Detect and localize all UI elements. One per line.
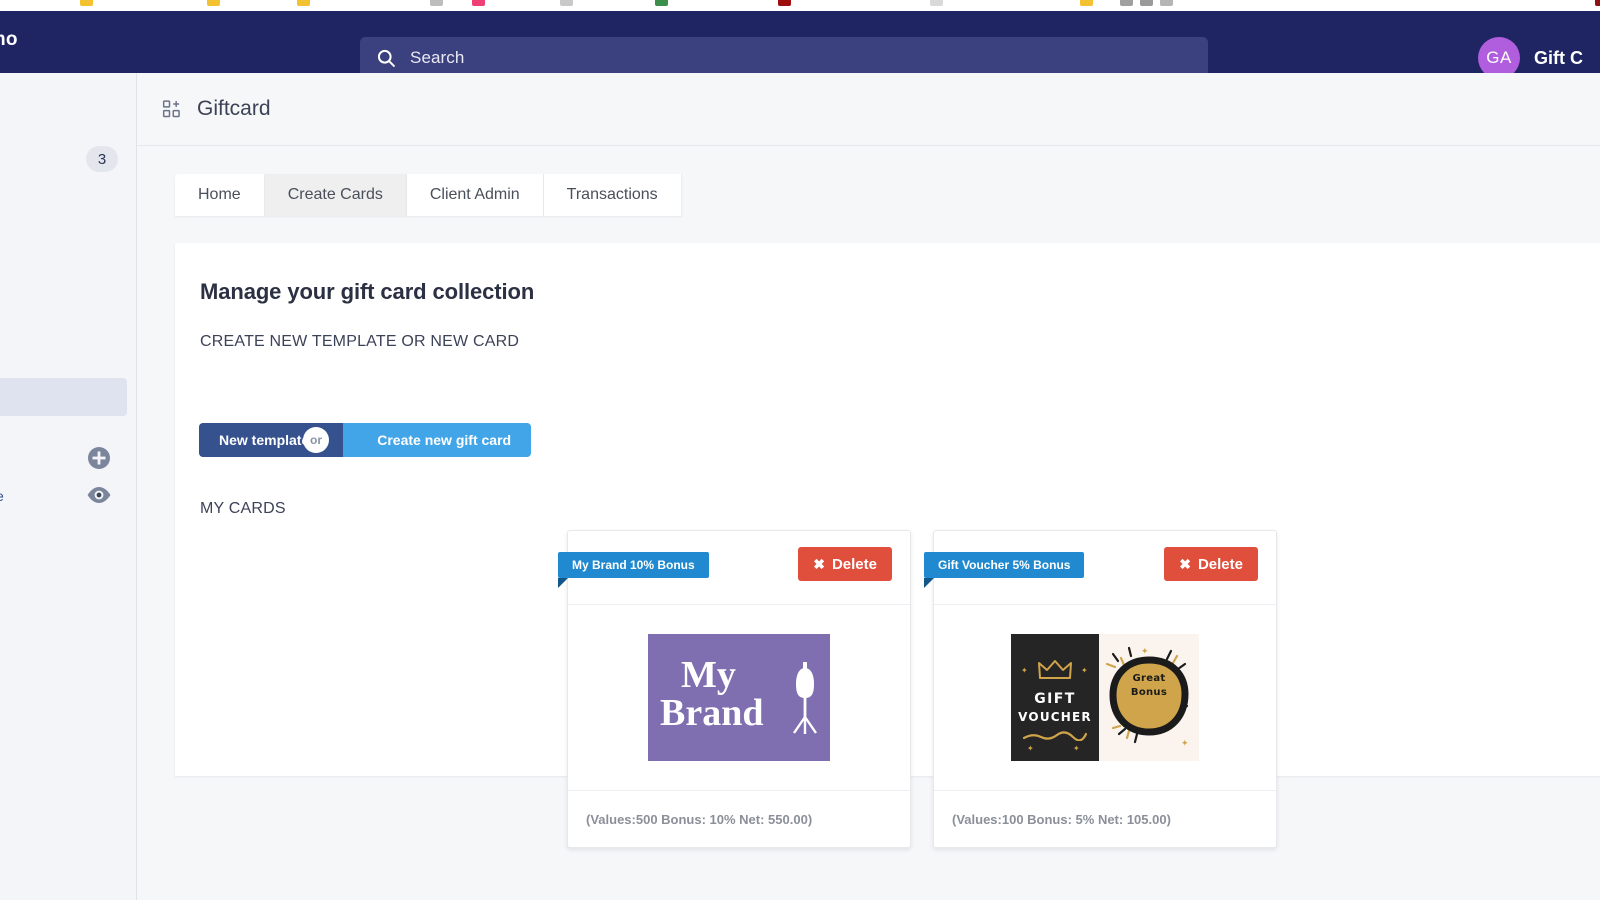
search-placeholder: Search (410, 48, 464, 68)
sidebar-badge-count: 3 (86, 146, 118, 172)
artwork-line-2: Brand (660, 694, 763, 732)
gift-card-artwork: ✦ ✦ ✦ ✦ GIFT VOUCHER (934, 605, 1276, 791)
crown-icon (1037, 658, 1073, 682)
gift-card-artwork: My Brand (568, 605, 910, 791)
gift-voucher-artwork: ✦ ✦ ✦ ✦ GIFT VOUCHER (1011, 634, 1199, 761)
artwork-line-2: VOUCHER (1011, 710, 1099, 724)
close-icon: ✖ (813, 557, 825, 571)
blob-line-2: Bonus (1099, 686, 1199, 700)
eye-icon[interactable] (86, 486, 112, 504)
bookmark-favicon[interactable] (560, 0, 573, 6)
sidebar: 3 e (0, 73, 137, 900)
content-panel: Manage your gift card collection CREATE … (175, 243, 1600, 776)
bookmark-favicon[interactable] (472, 0, 485, 6)
bookmark-favicon[interactable] (1080, 0, 1093, 6)
browser-bookmark-bar (0, 0, 1600, 11)
gift-card-grid: My Brand 10% Bonus ✖ Delete My Brand (567, 530, 1277, 848)
bookmark-favicon[interactable] (207, 0, 220, 6)
page-title: Giftcard (197, 97, 271, 121)
gift-card-item[interactable]: Gift Voucher 5% Bonus ✖ Delete ✦ ✦ (933, 530, 1277, 848)
gift-card-header: Gift Voucher 5% Bonus ✖ Delete (934, 531, 1276, 605)
user-name: Gift C (1534, 48, 1583, 69)
artwork-line-1: My (681, 656, 736, 694)
page-title-row: Giftcard (137, 73, 1600, 146)
bookmark-favicon[interactable] (1140, 0, 1153, 6)
delete-button[interactable]: ✖ Delete (798, 547, 892, 581)
bookmark-favicon[interactable] (930, 0, 943, 6)
gift-card-ribbon: Gift Voucher 5% Bonus (924, 552, 1084, 578)
bookmark-favicon[interactable] (1160, 0, 1173, 6)
sparkle-icon: ✦ (1073, 744, 1080, 753)
create-new-gift-card-button[interactable]: Create new gift card (343, 423, 531, 457)
delete-button-label: Delete (832, 556, 877, 573)
svg-text:✦: ✦ (1181, 739, 1189, 749)
create-new-label: CREATE NEW TEMPLATE OR NEW CARD (200, 333, 519, 351)
gift-card-values: (Values:500 Bonus: 10% Net: 550.00) (568, 791, 910, 847)
gift-card-header: My Brand 10% Bonus ✖ Delete (568, 531, 910, 605)
bookmark-favicon[interactable] (655, 0, 668, 6)
sidebar-item-label-clipped: e (0, 488, 4, 504)
delete-button[interactable]: ✖ Delete (1164, 547, 1258, 581)
voucher-left-panel: ✦ ✦ ✦ ✦ GIFT VOUCHER (1011, 634, 1099, 761)
bookmark-favicon[interactable] (778, 0, 791, 6)
tab-strip: Home Create Cards Client Admin Transacti… (175, 174, 682, 216)
gift-card-item[interactable]: My Brand 10% Bonus ✖ Delete My Brand (567, 530, 911, 848)
page-container: Giftcard Home Create Cards Client Admin … (137, 73, 1600, 900)
bookmark-favicon[interactable] (1120, 0, 1133, 6)
sidebar-item-active[interactable] (0, 378, 127, 416)
gift-card-values: (Values:100 Bonus: 5% Net: 105.00) (934, 791, 1276, 847)
sparkle-icon: ✦ (1027, 744, 1034, 753)
delete-button-label: Delete (1198, 556, 1243, 573)
bookmark-favicon[interactable] (1595, 0, 1600, 6)
plus-circle-icon[interactable] (87, 446, 111, 470)
or-separator: or (303, 427, 329, 453)
svg-text:✦: ✦ (1141, 647, 1149, 657)
search-icon (376, 48, 396, 68)
create-button-group: New template Create new gift card or (199, 423, 531, 457)
brand-logo-text[interactable]: emo (0, 29, 18, 51)
sparkle-icon: ✦ (1021, 666, 1028, 675)
panel-heading: Manage your gift card collection (200, 279, 534, 305)
tab-transactions[interactable]: Transactions (544, 174, 682, 216)
voucher-right-panel: ✦ ✦ Great Bonus (1099, 634, 1199, 761)
bookmark-favicon[interactable] (80, 0, 93, 6)
sparkle-icon: ✦ (1081, 666, 1088, 675)
bookmark-favicon[interactable] (297, 0, 310, 6)
artwork-line-1: GIFT (1011, 691, 1099, 707)
close-icon: ✖ (1179, 557, 1191, 571)
tab-create-cards[interactable]: Create Cards (265, 174, 407, 216)
blob-line-1: Great (1099, 672, 1199, 686)
underline-squiggle-icon (1023, 731, 1087, 741)
grid-plus-icon (162, 99, 182, 119)
my-cards-label: MY CARDS (200, 500, 286, 518)
voucher-blob-text: Great Bonus (1099, 672, 1199, 700)
tab-client-admin[interactable]: Client Admin (407, 174, 544, 216)
my-brand-artwork: My Brand (648, 634, 830, 761)
tab-home[interactable]: Home (175, 174, 265, 216)
gift-card-ribbon: My Brand 10% Bonus (558, 552, 709, 578)
app-header: emo Search GA Gift C (0, 11, 1600, 73)
dress-form-icon (790, 662, 820, 734)
bookmark-favicon[interactable] (430, 0, 443, 6)
